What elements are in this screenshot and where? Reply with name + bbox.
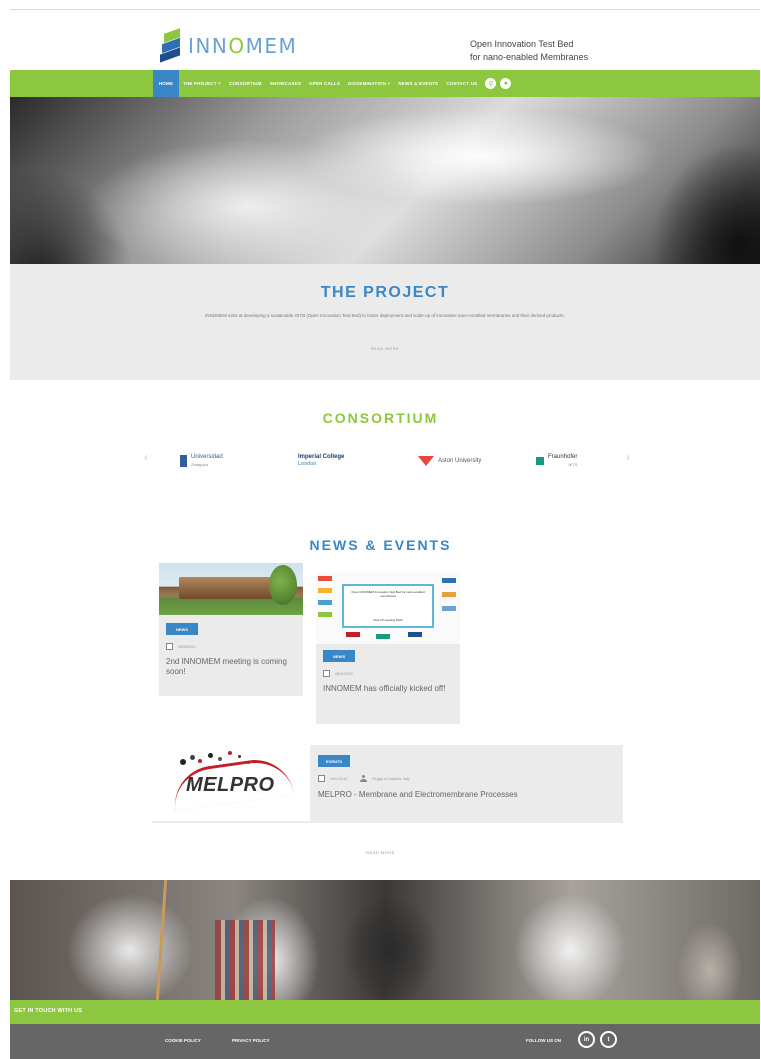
nav-news-events[interactable]: NEWS & EVENTS bbox=[394, 70, 442, 97]
nav-contact-us[interactable]: CONTACT US bbox=[442, 70, 481, 97]
consortium-title: CONSORTIUM bbox=[322, 410, 439, 426]
main-navigation: HOME THE PROJECT ˅ CONSORTIUM SHOWCASES … bbox=[10, 70, 760, 97]
privacy-policy-link[interactable]: PRIVACY POLICY bbox=[232, 1038, 270, 1043]
site-header: INNOMEM Open Innovation Test Bed for nan… bbox=[0, 10, 761, 70]
logo-text: INNOMEM bbox=[188, 34, 298, 58]
twitter-icon[interactable]: t bbox=[600, 1031, 617, 1048]
site-tagline: Open Innovation Test Bed for nano-enable… bbox=[470, 39, 589, 62]
laboratory-photo bbox=[10, 880, 760, 1000]
partner-logo-zaragoza[interactable]: Universidad Zaragoza bbox=[180, 450, 223, 472]
nav-open-calls[interactable]: OPEN CALLS bbox=[305, 70, 344, 97]
logo-mark-icon bbox=[160, 28, 182, 63]
event-headline[interactable]: MELPRO - Membrane and Electromembrane Pr… bbox=[318, 790, 618, 800]
news-tag-badge[interactable]: NEWS bbox=[166, 623, 198, 635]
project-title: THE PROJECT bbox=[320, 284, 450, 301]
event-card[interactable]: MELPRO EVENTS 19/11/2019 Reggio di Calab… bbox=[152, 745, 623, 823]
news-headline[interactable]: INNOMEM has officially kicked off! bbox=[323, 684, 449, 694]
follow-us-label: FOLLOW US ON bbox=[526, 1038, 561, 1043]
nav-the-project[interactable]: THE PROJECT ˅ bbox=[179, 70, 225, 97]
project-description: INNOMEM aims at developing a sustainable… bbox=[205, 313, 565, 318]
news-date: 28/05/2020 bbox=[178, 644, 196, 649]
carousel-next-icon[interactable]: › bbox=[626, 450, 630, 464]
news-card[interactable]: Open INNOMEM Innovation Test Bed for nan… bbox=[316, 572, 460, 724]
consortium-carousel: ‹ Universidad Zaragoza Imperial College Lo… bbox=[140, 440, 640, 480]
nav-home[interactable]: HOME bbox=[153, 70, 179, 97]
fraunhofer-mark-icon bbox=[536, 457, 544, 465]
event-card-meta: 19/11/2019 Reggio di Calabria, Italy bbox=[318, 775, 409, 782]
melpro-logo-image: MELPRO bbox=[152, 745, 310, 821]
news-card-meta: 08/01/2020 bbox=[323, 670, 353, 677]
project-section: THE PROJECT INNOMEM aims at developing a… bbox=[10, 264, 760, 380]
project-read-more-link[interactable]: READ MORE bbox=[10, 346, 760, 351]
nav-showcases[interactable]: SHOWCASES bbox=[266, 70, 305, 97]
cookie-policy-link[interactable]: COOKIE POLICY bbox=[165, 1038, 201, 1043]
news-card-image bbox=[159, 563, 303, 615]
nav-dissemination[interactable]: DISSEMINATION ˅ bbox=[344, 70, 394, 97]
event-location: Reggio di Calabria, Italy bbox=[372, 776, 410, 781]
university-crest-icon bbox=[180, 455, 187, 467]
news-read-more-link[interactable]: READ MORE bbox=[0, 850, 761, 855]
news-headline[interactable]: 2nd INNOMEM meeting is coming soon! bbox=[166, 657, 292, 677]
news-date: 08/01/2020 bbox=[335, 671, 353, 676]
user-icon[interactable]: ● bbox=[500, 78, 512, 89]
innomem-logo[interactable]: INNOMEM bbox=[160, 28, 300, 63]
get-in-touch-bar[interactable]: GET IN TOUCH WITH US bbox=[10, 1000, 760, 1024]
news-tag-badge[interactable]: NEWS bbox=[323, 650, 355, 662]
linkedin-icon[interactable]: in bbox=[578, 1031, 595, 1048]
nav-consortium[interactable]: CONSORTIUM bbox=[225, 70, 266, 97]
partner-logo-imperial[interactable]: Imperial College London bbox=[298, 450, 344, 472]
calendar-icon bbox=[318, 775, 325, 782]
hero-membrane-image bbox=[10, 97, 760, 264]
calendar-icon bbox=[323, 670, 330, 677]
partner-logo-fraunhofer[interactable]: Fraunhofer IKTS bbox=[536, 450, 577, 472]
site-footer: COOKIE POLICY PRIVACY POLICY FOLLOW US O… bbox=[10, 1024, 760, 1059]
aston-triangle-icon bbox=[418, 456, 434, 466]
news-events-title: NEWS & EVENTS bbox=[309, 537, 452, 553]
location-person-icon bbox=[360, 775, 368, 782]
news-card[interactable]: NEWS 28/05/2020 2nd INNOMEM meeting is c… bbox=[159, 563, 303, 696]
get-in-touch-label[interactable]: GET IN TOUCH WITH US bbox=[14, 1008, 82, 1014]
search-icon[interactable]: ⚲ bbox=[485, 78, 497, 89]
news-card-meta: 28/05/2020 bbox=[166, 643, 196, 650]
news-card-image: Open INNOMEM Innovation Test Bed for nan… bbox=[316, 572, 460, 644]
event-tag-badge[interactable]: EVENTS bbox=[318, 755, 350, 767]
carousel-prev-icon[interactable]: ‹ bbox=[144, 450, 148, 464]
event-date: 19/11/2019 bbox=[330, 776, 348, 781]
partner-logo-aston[interactable]: Aston University bbox=[418, 450, 481, 472]
calendar-icon bbox=[166, 643, 173, 650]
